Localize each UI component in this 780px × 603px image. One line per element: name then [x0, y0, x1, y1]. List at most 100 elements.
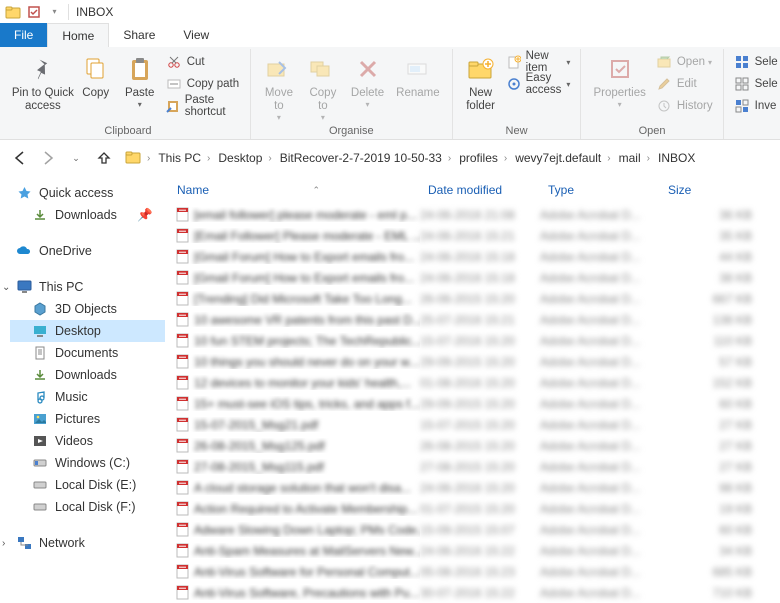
folder-type-icon — [32, 345, 48, 361]
sidebar-this-pc[interactable]: ⌄ This PC — [10, 276, 165, 298]
file-row[interactable]: 15-07-2015_Msg21.pdf15-07-2015 15:20Adob… — [165, 414, 780, 435]
tab-file[interactable]: File — [0, 23, 47, 47]
file-row[interactable]: Anti-Virus Software, Precautions with Pu… — [165, 582, 780, 603]
history-icon — [656, 98, 672, 114]
sidebar-quick-access[interactable]: Quick access — [10, 182, 165, 204]
tab-home[interactable]: Home — [47, 23, 109, 47]
breadcrumb-segment[interactable]: wevy7ejt.default — [509, 151, 605, 165]
qat-dropdown-icon[interactable]: ▾ — [46, 3, 63, 20]
invert-selection-icon — [734, 98, 750, 114]
file-row[interactable]: 26-08-2015_Msg125.pdf26-08-2015 15:20Ado… — [165, 435, 780, 456]
sidebar-item[interactable]: Documents — [10, 342, 165, 364]
file-row[interactable]: 10 things you should never do on your w.… — [165, 351, 780, 372]
sidebar-item[interactable]: Videos — [10, 430, 165, 452]
new-folder-button[interactable]: New folder — [459, 49, 503, 113]
copy-button[interactable]: Copy — [74, 49, 118, 100]
chevron-right-icon[interactable]: › — [2, 538, 5, 549]
folder-type-icon — [32, 455, 48, 471]
history-button[interactable]: History — [652, 95, 717, 117]
select-none-button[interactable]: Sele — [730, 73, 780, 95]
file-row[interactable]: [Email Follower] Please moderate - EML .… — [165, 225, 780, 246]
pin-icon — [27, 53, 59, 85]
address-bar[interactable]: › This PC›Desktop›BitRecover-2-7-2019 10… — [120, 146, 772, 170]
file-row[interactable]: 27-08-2015_Msg115.pdf27-08-2015 15:20Ado… — [165, 456, 780, 477]
easy-access-button[interactable]: Easy access▾ — [503, 73, 575, 95]
file-row[interactable]: Action Required to Activate Membership..… — [165, 498, 780, 519]
tab-view[interactable]: View — [169, 23, 223, 47]
breadcrumb-segment[interactable]: mail — [613, 151, 645, 165]
file-row[interactable]: Anti-Virus Software for Personal Comput.… — [165, 561, 780, 582]
chevron-right-icon[interactable]: › — [645, 153, 652, 164]
folder-type-icon — [32, 433, 48, 449]
forward-button[interactable] — [36, 146, 60, 170]
sidebar-item[interactable]: Downloads — [10, 364, 165, 386]
sidebar-item[interactable]: Windows (C:) — [10, 452, 165, 474]
sidebar-item[interactable]: Local Disk (F:) — [10, 496, 165, 518]
navigation-pane: Quick access Downloads 📌 OneDrive ⌄ This… — [0, 176, 165, 603]
sidebar-item[interactable]: Music — [10, 386, 165, 408]
file-row[interactable]: [Gmail Forum] How to Export emails fro..… — [165, 267, 780, 288]
file-row[interactable]: 10 fun STEM projects; The TechRepublic..… — [165, 330, 780, 351]
move-to-button[interactable]: Move to▾ — [257, 49, 301, 122]
cut-button[interactable]: Cut — [162, 51, 244, 73]
file-row[interactable]: 12 devices to monitor your kids' health,… — [165, 372, 780, 393]
folder-type-icon — [32, 301, 48, 317]
select-all-button[interactable]: Sele — [730, 51, 780, 73]
sidebar-quick-downloads[interactable]: Downloads 📌 — [10, 204, 165, 226]
column-type[interactable]: Type — [540, 183, 660, 197]
chevron-right-icon[interactable]: › — [502, 153, 509, 164]
file-row[interactable]: 15+ must-see iOS tips, tricks, and apps … — [165, 393, 780, 414]
up-button[interactable] — [92, 146, 116, 170]
invert-selection-button[interactable]: Inve — [730, 95, 780, 117]
breadcrumb-segment[interactable]: INBOX — [652, 151, 699, 165]
scissors-icon — [166, 54, 182, 70]
recent-locations-button[interactable]: ⌄ — [64, 146, 88, 170]
sidebar-item[interactable]: Local Disk (E:) — [10, 474, 165, 496]
copy-to-button[interactable]: Copy to▾ — [301, 49, 345, 122]
file-row[interactable]: A cloud storage solution that won't disa… — [165, 477, 780, 498]
column-date[interactable]: Date modified — [420, 183, 540, 197]
pin-to-quick-access-button[interactable]: Pin to Quick access — [12, 49, 74, 113]
rename-button[interactable]: Rename — [390, 49, 445, 100]
paste-shortcut-button[interactable]: Paste shortcut — [162, 95, 244, 117]
sidebar-item[interactable]: Pictures — [10, 408, 165, 430]
file-row[interactable]: Adware Slowing Down Laptop; PMs Code...1… — [165, 519, 780, 540]
chevron-right-icon[interactable]: › — [266, 153, 273, 164]
column-size[interactable]: Size — [660, 183, 780, 197]
properties-button[interactable]: Properties▾ — [587, 49, 651, 109]
sort-indicator-icon: ⌃ — [312, 185, 320, 196]
chevron-right-icon[interactable]: › — [446, 153, 453, 164]
sidebar-item[interactable]: 3D Objects — [10, 298, 165, 320]
sidebar-network[interactable]: › Network — [10, 532, 165, 554]
open-button[interactable]: Open▾ — [652, 51, 717, 73]
window-title: INBOX — [76, 5, 113, 19]
column-headers[interactable]: Name⌃ Date modified Type Size — [165, 176, 780, 204]
sidebar-onedrive[interactable]: OneDrive — [10, 240, 165, 262]
back-button[interactable] — [8, 146, 32, 170]
qat-properties-icon[interactable] — [25, 3, 42, 20]
new-item-button[interactable]: New item▾ — [503, 51, 575, 73]
file-row[interactable]: Anti-Spam Measures at MailServers New...… — [165, 540, 780, 561]
move-to-icon — [263, 53, 295, 85]
chevron-right-icon[interactable]: › — [145, 153, 152, 164]
file-row[interactable]: [Trending] Did Microsoft Take Too Long..… — [165, 288, 780, 309]
file-row[interactable]: 10 awesome VR patents from this past D..… — [165, 309, 780, 330]
file-row[interactable]: [email follower] please moderate - eml p… — [165, 204, 780, 225]
sidebar-item[interactable]: Desktop — [10, 320, 165, 342]
paste-button[interactable]: Paste ▾ — [118, 49, 162, 109]
column-name[interactable]: Name⌃ — [165, 183, 420, 197]
copy-path-button[interactable]: Copy path — [162, 73, 244, 95]
breadcrumb-segment[interactable]: profiles — [453, 151, 502, 165]
folder-type-icon — [32, 411, 48, 427]
breadcrumb-segment[interactable]: Desktop — [212, 151, 266, 165]
breadcrumb-segment[interactable]: BitRecover-2-7-2019 10-50-33 — [274, 151, 446, 165]
chevron-right-icon[interactable]: › — [605, 153, 612, 164]
cloud-icon — [16, 243, 32, 259]
delete-button[interactable]: Delete▾ — [345, 49, 390, 109]
file-row[interactable]: [Gmail Forum] How to Export emails fro..… — [165, 246, 780, 267]
breadcrumb-segment[interactable]: This PC — [152, 151, 205, 165]
tab-share[interactable]: Share — [109, 23, 169, 47]
chevron-right-icon[interactable]: › — [205, 153, 212, 164]
edit-button[interactable]: Edit — [652, 73, 717, 95]
chevron-down-icon[interactable]: ⌄ — [2, 282, 10, 293]
